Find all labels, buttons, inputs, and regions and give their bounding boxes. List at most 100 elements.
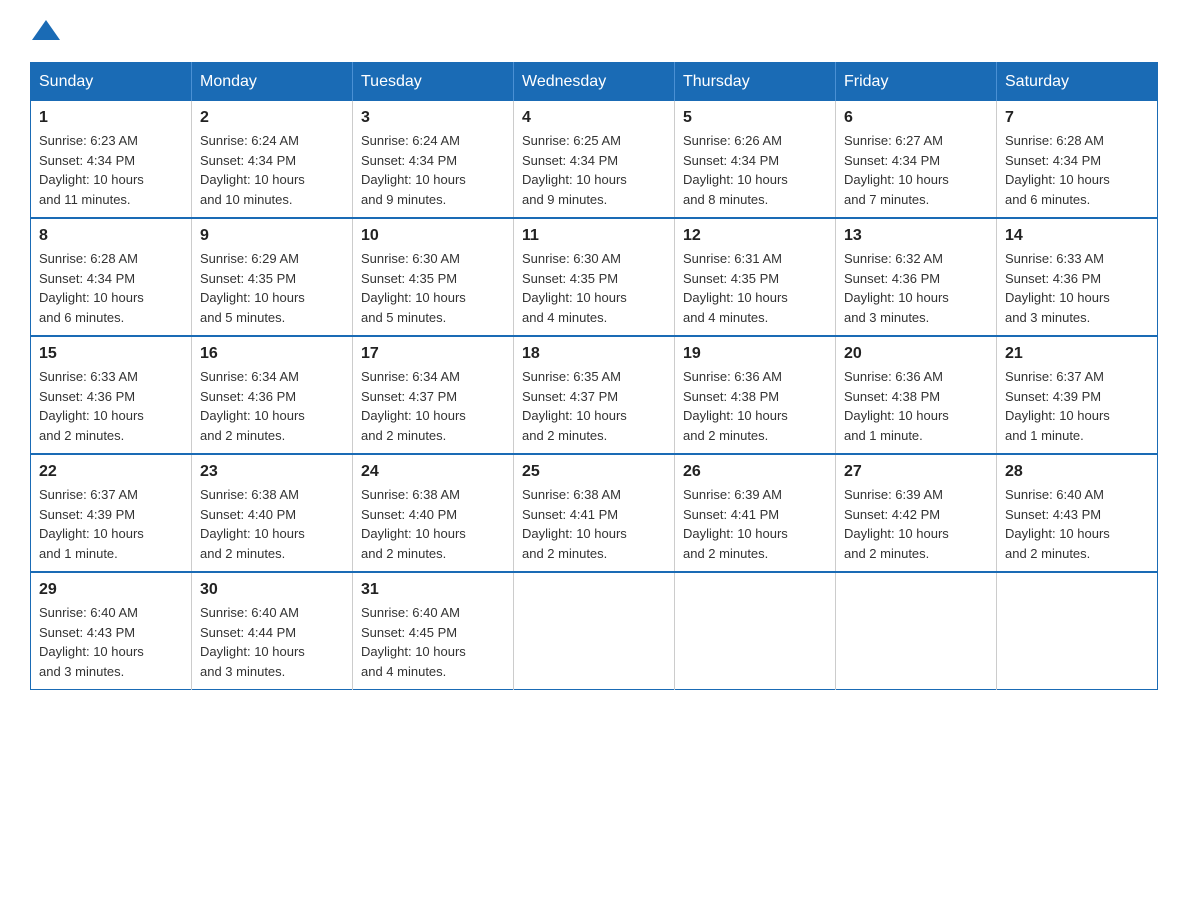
day-info: Sunrise: 6:34 AMSunset: 4:37 PMDaylight:… [361, 367, 505, 445]
weekday-header-thursday: Thursday [675, 63, 836, 102]
day-info: Sunrise: 6:37 AMSunset: 4:39 PMDaylight:… [1005, 367, 1149, 445]
day-number: 16 [200, 345, 344, 363]
calendar-cell: 15Sunrise: 6:33 AMSunset: 4:36 PMDayligh… [31, 336, 192, 454]
calendar-cell: 16 Sunrise: 6:34 AMSunset: 4:36 PMDayligh… [192, 336, 353, 454]
day-number: 20 [844, 345, 988, 363]
day-number: 9 [200, 227, 344, 245]
calendar-cell: 8 Sunrise: 6:28 AMSunset: 4:34 PMDaylight… [31, 218, 192, 336]
calendar-cell: 4 Sunrise: 6:25 AMSunset: 4:34 PMDaylight… [514, 101, 675, 218]
weekday-header-tuesday: Tuesday [353, 63, 514, 102]
day-number: 22 [39, 463, 183, 481]
calendar-cell: 22 Sunrise: 6:37 AMSunset: 4:39 PMDayligh… [31, 454, 192, 572]
day-info: Sunrise: 6:39 AMSunset: 4:42 PMDaylight:… [844, 485, 988, 563]
calendar-week-4: 22 Sunrise: 6:37 AMSunset: 4:39 PMDayligh… [31, 454, 1158, 572]
day-number: 4 [522, 109, 666, 127]
day-info: Sunrise: 6:36 AMSunset: 4:38 PMDaylight:… [844, 367, 988, 445]
calendar-cell: 5Sunrise: 6:26 AMSunset: 4:34 PMDaylight… [675, 101, 836, 218]
day-info: Sunrise: 6:38 AMSunset: 4:41 PMDaylight:… [522, 485, 666, 563]
day-number: 27 [844, 463, 988, 481]
calendar-cell: 3 Sunrise: 6:24 AMSunset: 4:34 PMDaylight… [353, 101, 514, 218]
day-info: Sunrise: 6:40 AMSunset: 4:43 PMDaylight:… [39, 603, 183, 681]
day-number: 25 [522, 463, 666, 481]
calendar-cell: 2 Sunrise: 6:24 AMSunset: 4:34 PMDaylight… [192, 101, 353, 218]
day-info: Sunrise: 6:36 AMSunset: 4:38 PMDaylight:… [683, 367, 827, 445]
calendar-cell: 28 Sunrise: 6:40 AMSunset: 4:43 PMDayligh… [997, 454, 1158, 572]
calendar-cell: 24Sunrise: 6:38 AMSunset: 4:40 PMDayligh… [353, 454, 514, 572]
calendar-week-2: 8 Sunrise: 6:28 AMSunset: 4:34 PMDaylight… [31, 218, 1158, 336]
day-info: Sunrise: 6:40 AMSunset: 4:44 PMDaylight:… [200, 603, 344, 681]
weekday-header-saturday: Saturday [997, 63, 1158, 102]
day-info: Sunrise: 6:40 AMSunset: 4:43 PMDaylight:… [1005, 485, 1149, 563]
day-info: Sunrise: 6:25 AMSunset: 4:34 PMDaylight:… [522, 131, 666, 209]
calendar-cell: 6Sunrise: 6:27 AMSunset: 4:34 PMDaylight… [836, 101, 997, 218]
day-info: Sunrise: 6:34 AMSunset: 4:36 PMDaylight:… [200, 367, 344, 445]
day-number: 11 [522, 227, 666, 245]
calendar-cell: 18 Sunrise: 6:35 AMSunset: 4:37 PMDayligh… [514, 336, 675, 454]
day-info: Sunrise: 6:28 AMSunset: 4:34 PMDaylight:… [39, 249, 183, 327]
calendar-cell [997, 572, 1158, 690]
day-number: 1 [39, 109, 183, 127]
calendar-cell: 19 Sunrise: 6:36 AMSunset: 4:38 PMDayligh… [675, 336, 836, 454]
calendar-cell: 13Sunrise: 6:32 AMSunset: 4:36 PMDayligh… [836, 218, 997, 336]
weekday-header-wednesday: Wednesday [514, 63, 675, 102]
day-number: 19 [683, 345, 827, 363]
day-number: 5 [683, 109, 827, 127]
day-info: Sunrise: 6:31 AMSunset: 4:35 PMDaylight:… [683, 249, 827, 327]
day-info: Sunrise: 6:35 AMSunset: 4:37 PMDaylight:… [522, 367, 666, 445]
day-info: Sunrise: 6:38 AMSunset: 4:40 PMDaylight:… [361, 485, 505, 563]
calendar-cell [675, 572, 836, 690]
calendar-cell: 9 Sunrise: 6:29 AMSunset: 4:35 PMDaylight… [192, 218, 353, 336]
day-number: 10 [361, 227, 505, 245]
calendar-cell [836, 572, 997, 690]
day-number: 26 [683, 463, 827, 481]
day-number: 18 [522, 345, 666, 363]
logo [30, 20, 60, 42]
calendar-cell [514, 572, 675, 690]
day-number: 3 [361, 109, 505, 127]
calendar-cell: 30 Sunrise: 6:40 AMSunset: 4:44 PMDayligh… [192, 572, 353, 690]
calendar-cell: 17 Sunrise: 6:34 AMSunset: 4:37 PMDayligh… [353, 336, 514, 454]
day-number: 12 [683, 227, 827, 245]
calendar-cell: 31 Sunrise: 6:40 AMSunset: 4:45 PMDayligh… [353, 572, 514, 690]
calendar-table: SundayMondayTuesdayWednesdayThursdayFrid… [30, 62, 1158, 690]
day-info: Sunrise: 6:32 AMSunset: 4:36 PMDaylight:… [844, 249, 988, 327]
calendar-cell: 20 Sunrise: 6:36 AMSunset: 4:38 PMDayligh… [836, 336, 997, 454]
calendar-cell: 10Sunrise: 6:30 AMSunset: 4:35 PMDayligh… [353, 218, 514, 336]
day-info: Sunrise: 6:24 AMSunset: 4:34 PMDaylight:… [200, 131, 344, 209]
day-number: 15 [39, 345, 183, 363]
day-info: Sunrise: 6:24 AMSunset: 4:34 PMDaylight:… [361, 131, 505, 209]
day-info: Sunrise: 6:38 AMSunset: 4:40 PMDaylight:… [200, 485, 344, 563]
day-info: Sunrise: 6:23 AMSunset: 4:34 PMDaylight:… [39, 131, 183, 209]
day-info: Sunrise: 6:30 AMSunset: 4:35 PMDaylight:… [522, 249, 666, 327]
calendar-cell: 27 Sunrise: 6:39 AMSunset: 4:42 PMDayligh… [836, 454, 997, 572]
day-info: Sunrise: 6:40 AMSunset: 4:45 PMDaylight:… [361, 603, 505, 681]
calendar-week-5: 29Sunrise: 6:40 AMSunset: 4:43 PMDayligh… [31, 572, 1158, 690]
logo-flag-icon [32, 20, 60, 44]
day-info: Sunrise: 6:37 AMSunset: 4:39 PMDaylight:… [39, 485, 183, 563]
calendar-cell: 14 Sunrise: 6:33 AMSunset: 4:36 PMDayligh… [997, 218, 1158, 336]
day-info: Sunrise: 6:28 AMSunset: 4:34 PMDaylight:… [1005, 131, 1149, 209]
day-number: 31 [361, 581, 505, 599]
calendar-cell: 23 Sunrise: 6:38 AMSunset: 4:40 PMDayligh… [192, 454, 353, 572]
day-number: 21 [1005, 345, 1149, 363]
day-info: Sunrise: 6:39 AMSunset: 4:41 PMDaylight:… [683, 485, 827, 563]
weekday-header-monday: Monday [192, 63, 353, 102]
calendar-cell: 12 Sunrise: 6:31 AMSunset: 4:35 PMDayligh… [675, 218, 836, 336]
day-number: 2 [200, 109, 344, 127]
calendar-cell: 26 Sunrise: 6:39 AMSunset: 4:41 PMDayligh… [675, 454, 836, 572]
calendar-cell: 1 Sunrise: 6:23 AMSunset: 4:34 PMDaylight… [31, 101, 192, 218]
day-info: Sunrise: 6:33 AMSunset: 4:36 PMDaylight:… [1005, 249, 1149, 327]
day-number: 28 [1005, 463, 1149, 481]
calendar-cell: 11 Sunrise: 6:30 AMSunset: 4:35 PMDayligh… [514, 218, 675, 336]
day-number: 23 [200, 463, 344, 481]
day-info: Sunrise: 6:27 AMSunset: 4:34 PMDaylight:… [844, 131, 988, 209]
day-number: 30 [200, 581, 344, 599]
page-header [30, 20, 1158, 42]
day-number: 8 [39, 227, 183, 245]
calendar-cell: 25 Sunrise: 6:38 AMSunset: 4:41 PMDayligh… [514, 454, 675, 572]
day-number: 17 [361, 345, 505, 363]
day-number: 14 [1005, 227, 1149, 245]
day-number: 7 [1005, 109, 1149, 127]
day-info: Sunrise: 6:29 AMSunset: 4:35 PMDaylight:… [200, 249, 344, 327]
weekday-header-row: SundayMondayTuesdayWednesdayThursdayFrid… [31, 63, 1158, 102]
